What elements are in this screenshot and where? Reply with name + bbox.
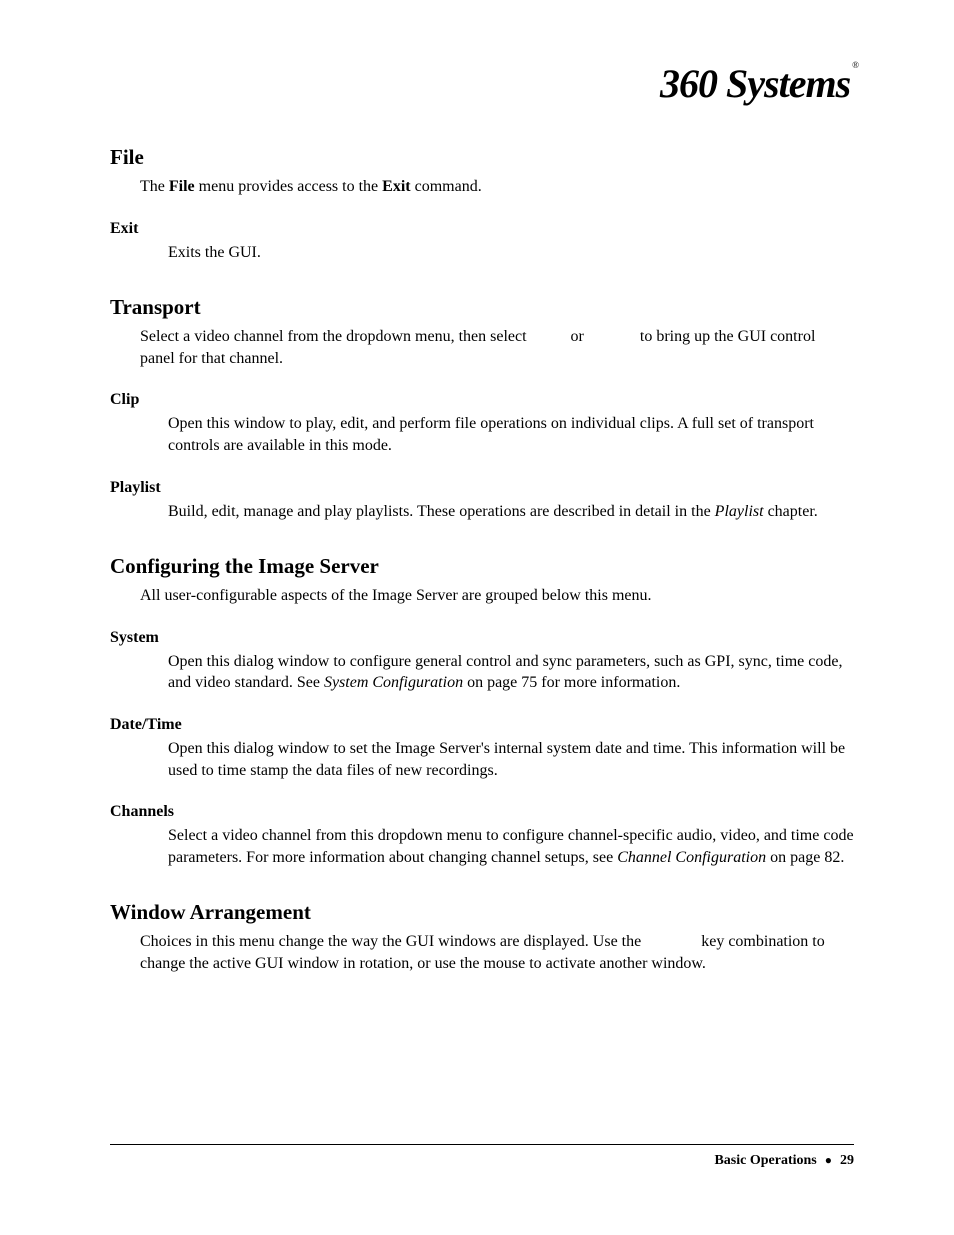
text: Select a video channel from the dropdown…	[140, 328, 531, 345]
text: Build, edit, manage and play playlists. …	[168, 503, 715, 520]
sub-exit: Exit Exits the GUI.	[110, 220, 854, 264]
body-exit: Exits the GUI.	[168, 242, 854, 264]
heading-datetime: Date/Time	[110, 716, 854, 734]
footer-label: Basic Operations	[714, 1153, 816, 1168]
heading-window: Window Arrangement	[110, 900, 854, 925]
gap	[645, 933, 701, 950]
heading-exit: Exit	[110, 220, 854, 238]
sub-clip: Clip Open this window to play, edit, and…	[110, 391, 854, 456]
text: chapter.	[764, 503, 818, 520]
bullet-icon: ●	[825, 1153, 832, 1167]
sub-channels: Channels Select a video channel from thi…	[110, 803, 854, 868]
text-bold: Exit	[382, 178, 410, 195]
logo-mark: ®	[852, 60, 859, 70]
heading-system: System	[110, 629, 854, 647]
intro-config: All user-configurable aspects of the Ima…	[140, 585, 854, 607]
page-footer: Basic Operations ● 29	[110, 1144, 854, 1169]
sub-system: System Open this dialog window to config…	[110, 629, 854, 694]
text: on page 82.	[766, 849, 844, 866]
sub-playlist: Playlist Build, edit, manage and play pl…	[110, 479, 854, 523]
logo-text: 360 Systems	[660, 61, 850, 106]
body-channels: Select a video channel from this dropdow…	[168, 825, 854, 868]
heading-channels: Channels	[110, 803, 854, 821]
intro-window: Choices in this menu change the way the …	[140, 931, 854, 974]
text: or	[571, 328, 584, 345]
sub-datetime: Date/Time Open this dialog window to set…	[110, 716, 854, 781]
heading-playlist: Playlist	[110, 479, 854, 497]
section-transport: Transport Select a video channel from th…	[110, 295, 854, 522]
text: menu provides access to the	[195, 178, 383, 195]
heading-file: File	[110, 145, 854, 170]
intro-file: The File menu provides access to the Exi…	[140, 176, 854, 198]
section-config: Configuring the Image Server All user-co…	[110, 554, 854, 868]
text: The	[140, 178, 169, 195]
body-clip: Open this window to play, edit, and perf…	[168, 413, 854, 456]
text-italic: System Configuration	[324, 674, 463, 691]
intro-transport: Select a video channel from the dropdown…	[140, 326, 854, 369]
gap	[584, 328, 640, 345]
text: command.	[411, 178, 482, 195]
text: on page 75 for more information.	[463, 674, 680, 691]
heading-clip: Clip	[110, 391, 854, 409]
body-system: Open this dialog window to configure gen…	[168, 651, 854, 694]
section-file: File The File menu provides access to th…	[110, 145, 854, 263]
section-window: Window Arrangement Choices in this menu …	[110, 900, 854, 974]
gap	[531, 328, 571, 345]
text-italic: Playlist	[715, 503, 764, 520]
page-number: 29	[840, 1153, 854, 1168]
body-datetime: Open this dialog window to set the Image…	[168, 738, 854, 781]
text-italic: Channel Configuration	[617, 849, 766, 866]
body-playlist: Build, edit, manage and play playlists. …	[168, 501, 854, 523]
heading-transport: Transport	[110, 295, 854, 320]
brand-logo: 360 Systems®	[110, 60, 859, 107]
heading-config: Configuring the Image Server	[110, 554, 854, 579]
text: Choices in this menu change the way the …	[140, 933, 645, 950]
text-bold: File	[169, 178, 195, 195]
